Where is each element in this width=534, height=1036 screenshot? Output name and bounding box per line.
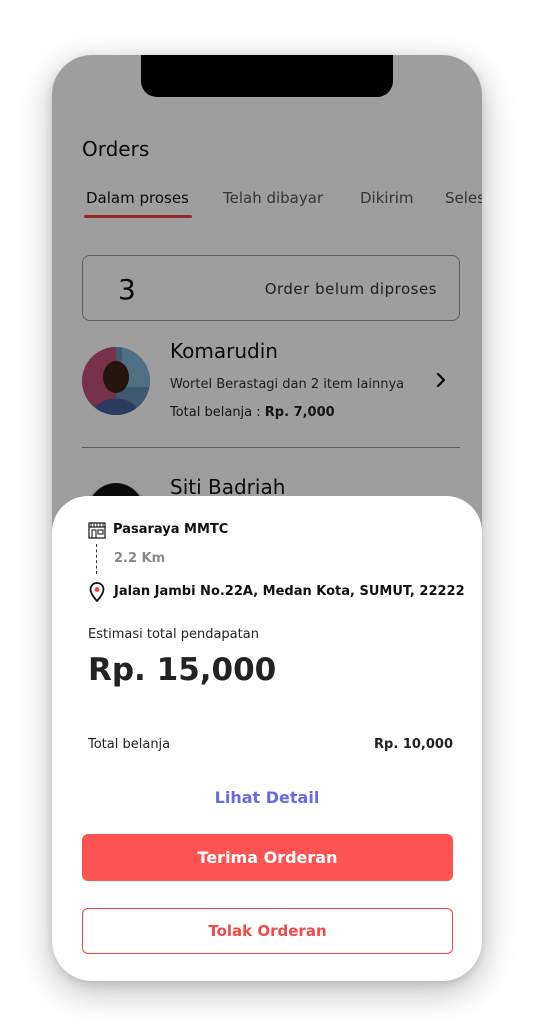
location-pin-icon bbox=[89, 582, 105, 603]
phone-notch bbox=[141, 55, 393, 97]
total-label: Total belanja bbox=[88, 737, 171, 752]
route-dashed-line bbox=[96, 544, 97, 574]
reject-order-button[interactable]: Tolak Orderan bbox=[82, 908, 453, 954]
estimate-label: Estimasi total pendapatan bbox=[88, 627, 259, 642]
phone-frame: Orders Dalam proses Telah dibayar Dikiri… bbox=[52, 55, 482, 981]
store-icon bbox=[88, 522, 106, 539]
order-detail-sheet: Pasaraya MMTC 2.2 Km Jalan Jambi No.22A,… bbox=[52, 496, 482, 981]
store-name: Pasaraya MMTC bbox=[113, 522, 229, 537]
accept-order-button[interactable]: Terima Orderan bbox=[82, 834, 453, 881]
view-detail-link[interactable]: Lihat Detail bbox=[52, 788, 482, 807]
total-value: Rp. 10,000 bbox=[374, 737, 453, 752]
estimate-value: Rp. 15,000 bbox=[88, 652, 277, 688]
delivery-address: Jalan Jambi No.22A, Medan Kota, SUMUT, 2… bbox=[114, 584, 465, 599]
distance: 2.2 Km bbox=[114, 551, 166, 566]
